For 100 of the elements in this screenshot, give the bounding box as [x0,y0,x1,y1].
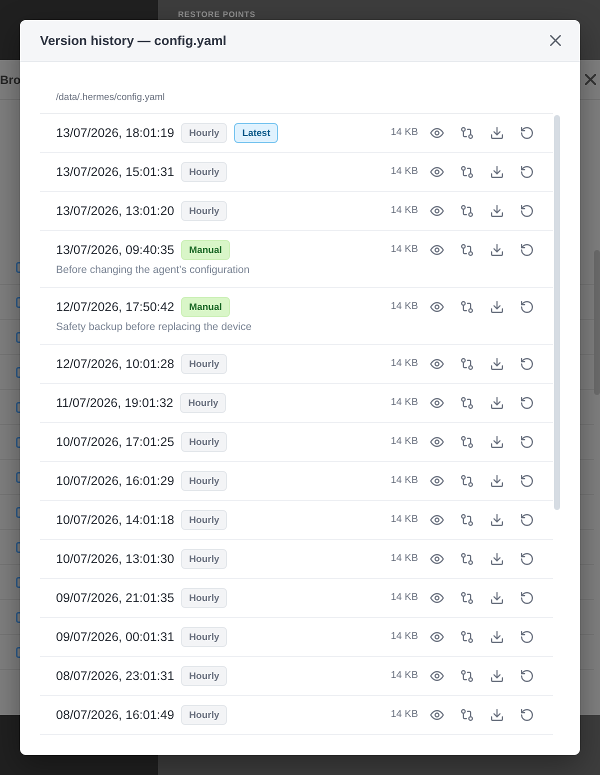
version-note: Before changing the agent’s configuration [56,263,251,277]
rotate-left-icon [521,592,533,604]
file-size: 14 KB [390,592,418,604]
eye-icon [430,476,444,486]
version-timestamp: 12/07/2026, 17:50:42 [56,299,174,315]
download-icon [491,514,503,526]
rotate-left-icon [521,709,533,721]
version-timestamp: 08/07/2026, 16:01:49 [56,707,174,723]
rotate-left-icon [521,553,533,565]
hourly-badge: Hourly [181,627,228,647]
file-size: 14 KB [390,358,418,370]
rotate-left-icon [521,301,533,313]
version-timestamp: 13/07/2026, 18:01:19 [56,125,174,141]
rotate-left-icon [521,514,533,526]
hourly-badge: Hourly [180,393,226,413]
rotate-left-icon [521,166,533,178]
download-icon [491,301,503,313]
version-timestamp: 10/07/2026, 14:01:18 [56,512,174,528]
download-icon [491,205,503,217]
eye-icon [430,554,444,564]
dialog-title: Bro [0,72,21,88]
compare-icon [461,709,473,721]
download-icon [491,631,503,643]
compare-icon [461,301,473,313]
file-size: 14 KB [390,301,418,313]
file-size: 14 KB [390,244,418,256]
eye-icon [430,245,444,255]
file-size: 14 KB [390,166,418,178]
file-size: 14 KB [390,709,418,721]
rotate-left-icon [521,244,533,256]
compare-icon [461,397,473,409]
hourly-badge: Hourly [181,471,228,491]
version-timestamp: 10/07/2026, 16:01:29 [56,473,174,489]
version-timestamp: 10/07/2026, 17:01:25 [56,434,174,450]
eye-icon [430,437,444,447]
rotate-left-icon [521,670,533,682]
file-size: 14 KB [390,475,418,487]
file-size: 14 KB [390,397,418,409]
manual-badge: Manual [181,240,230,260]
version-timestamp: 10/07/2026, 13:01:30 [56,551,174,567]
hourly-badge: Hourly [181,549,228,569]
rotate-left-icon [521,475,533,487]
compare-icon [461,631,473,643]
file-size: 14 KB [390,205,418,217]
version-note: Safety backup before replacing the device [56,320,253,334]
download-icon [491,709,503,721]
compare-icon [461,205,473,217]
rotate-left-icon [521,436,533,448]
compare-icon [461,358,473,370]
hourly-badge: Hourly [181,588,228,608]
rotate-left-icon [521,127,533,139]
eye-icon [430,515,444,525]
eye-icon [430,671,444,681]
download-icon [491,475,503,487]
version-timestamp: 09/07/2026, 00:01:31 [56,629,174,645]
hourly-badge: Hourly [181,201,228,221]
file-size: 14 KB [390,670,418,682]
eye-icon [430,128,444,138]
close-icon [550,35,560,46]
compare-icon [461,514,473,526]
eye-icon [430,167,444,177]
compare-icon [461,553,473,565]
download-icon [491,166,503,178]
file-size: 14 KB [390,553,418,565]
hourly-badge: Hourly [181,432,228,452]
compare-icon [461,166,473,178]
file-path: /data/.hermes/config.yaml [55,91,165,105]
eye-icon [430,632,444,642]
compare-icon [461,244,473,256]
file-size: 14 KB [390,514,418,526]
dialog-title: Version history — config.yaml [40,32,226,49]
eye-icon [430,710,444,720]
download-icon [491,127,503,139]
download-icon [491,244,503,256]
compare-icon [461,475,473,487]
rotate-left-icon [521,358,533,370]
section-label: RESTORE POINTS [178,10,256,20]
compare-icon [461,127,473,139]
file-size: 14 KB [390,436,418,448]
hourly-badge: Hourly [181,666,228,686]
compare-icon [461,670,473,682]
version-timestamp: 13/07/2026, 15:01:31 [56,164,174,180]
eye-icon [430,398,444,408]
version-timestamp: 12/07/2026, 10:01:28 [56,356,174,372]
version-timestamp: 08/07/2026, 23:01:31 [56,668,174,684]
eye-icon [430,593,444,603]
download-icon [491,358,503,370]
file-size: 14 KB [390,127,418,139]
hourly-badge: Hourly [181,354,228,374]
hourly-badge: Hourly [181,162,228,182]
hourly-badge: Hourly [181,123,228,143]
file-size: 14 KB [390,631,418,643]
eye-icon [430,302,444,312]
latest-badge: Latest [234,123,278,143]
rotate-left-icon [521,397,533,409]
download-icon [491,553,503,565]
hourly-badge: Hourly [181,705,228,725]
download-icon [491,670,503,682]
eye-icon [430,359,444,369]
compare-icon [461,436,473,448]
